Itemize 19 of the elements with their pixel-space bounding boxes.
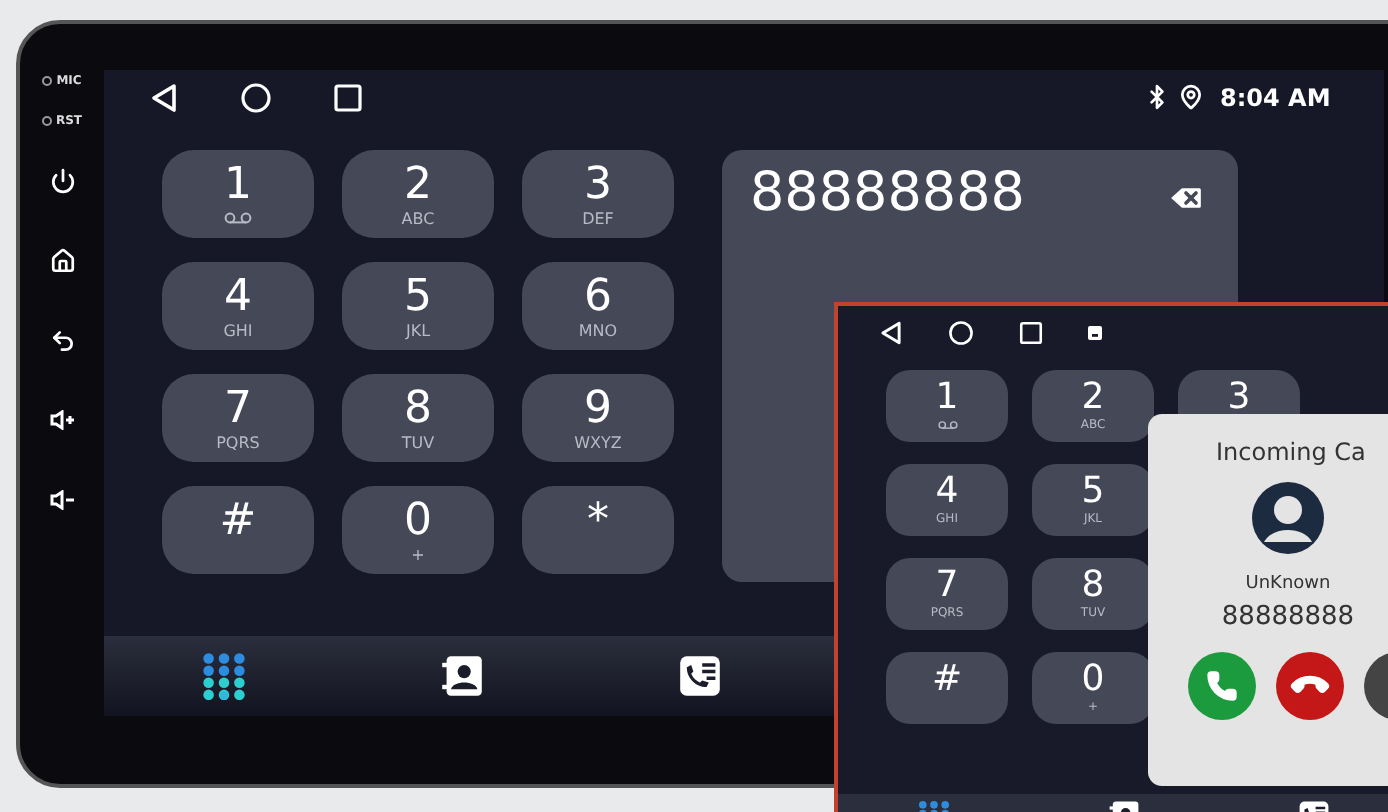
dial-key[interactable]: 6 MNO <box>522 262 674 350</box>
caller-number: 88888888 <box>1221 602 1355 632</box>
dial-key[interactable]: 9 WXYZ <box>522 374 674 462</box>
dial-key[interactable]: 0 + <box>342 486 494 574</box>
dial-key[interactable]: 2 ABC <box>342 150 494 238</box>
dial-key[interactable]: 4 GHI <box>162 262 314 350</box>
call-title: Incoming Ca <box>1216 438 1366 466</box>
dial-key[interactable]: 8 TUV <box>342 374 494 462</box>
dial-key[interactable]: 5 JKL <box>342 262 494 350</box>
dial-key[interactable]: 7 PQRS <box>162 374 314 462</box>
dial-key[interactable]: * <box>522 486 674 574</box>
caller-name: UnKnown <box>1245 574 1331 594</box>
dial-key[interactable]: 1 <box>886 370 1008 442</box>
dial-key[interactable]: # <box>162 486 314 574</box>
dial-key[interactable]: 3 DEF <box>522 150 674 238</box>
dial-key[interactable]: # <box>886 652 1008 724</box>
clock: 8:04 AM <box>1220 83 1331 111</box>
dialed-number: 88888888 <box>750 162 1025 224</box>
dial-key[interactable]: 1 <box>162 150 314 238</box>
